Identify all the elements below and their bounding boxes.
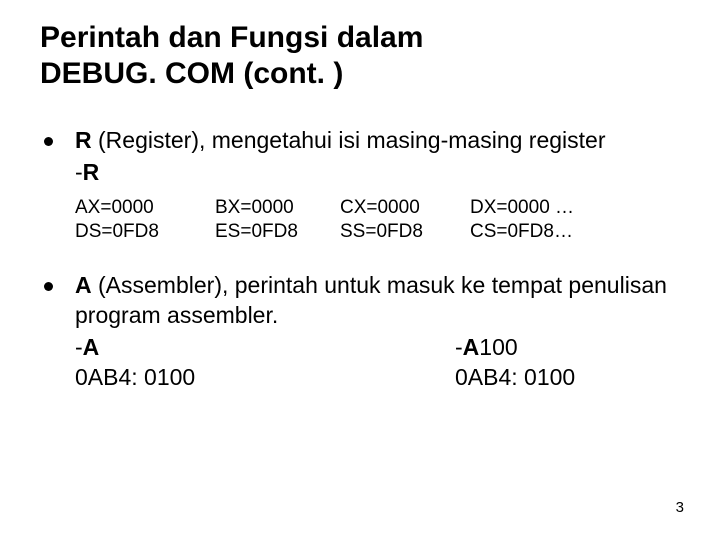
bullet-1-rest: (Register), mengetahui isi masing-masing… xyxy=(92,127,606,153)
bullet-2-body: A (Assembler), perintah untuk masuk ke t… xyxy=(75,271,680,393)
asm-r1c2: -A100 xyxy=(455,333,680,363)
asm-r1c1-dash: - xyxy=(75,334,83,360)
page-number: 3 xyxy=(676,499,684,516)
slide-title: Perintah dan Fungsi dalam DEBUG. COM (co… xyxy=(40,20,680,92)
bullet-1-text: R (Register), mengetahui isi masing-masi… xyxy=(75,127,606,153)
bullet-1-minus-r: -R xyxy=(75,158,680,188)
register-row-1: AX=0000 BX=0000 CX=0000 DX=0000 … xyxy=(75,196,680,221)
bullet-2-bold: A xyxy=(75,272,92,298)
slide: Perintah dan Fungsi dalam DEBUG. COM (co… xyxy=(0,0,720,540)
asm-r1c1: -A xyxy=(75,333,455,363)
register-output: AX=0000 BX=0000 CX=0000 DX=0000 … DS=0FD… xyxy=(75,196,680,245)
reg-ax: AX=0000 xyxy=(75,196,215,221)
reg-bx: BX=0000 xyxy=(215,196,340,221)
asm-r2c1: 0AB4: 0100 xyxy=(75,363,455,393)
register-row-2: DS=0FD8 ES=0FD8 SS=0FD8 CS=0FD8… xyxy=(75,220,680,245)
bullet-1-body: R (Register), mengetahui isi masing-masi… xyxy=(75,126,680,188)
asm-r1c1-bold: A xyxy=(83,334,100,360)
reg-ss: SS=0FD8 xyxy=(340,220,470,245)
bullet-icon xyxy=(44,282,53,291)
reg-cx: CX=0000 xyxy=(340,196,470,221)
bullet-icon xyxy=(44,137,53,146)
assembler-row-1: -A -A100 xyxy=(75,333,680,363)
asm-r1c2-bold: A xyxy=(463,334,480,360)
bullet-2-text: A (Assembler), perintah untuk masuk ke t… xyxy=(75,272,667,328)
reg-cs: CS=0FD8… xyxy=(470,220,680,245)
bullet-2-rest: (Assembler), perintah untuk masuk ke tem… xyxy=(75,272,667,328)
reg-ds: DS=0FD8 xyxy=(75,220,215,245)
asm-r1c2-dash: - xyxy=(455,334,463,360)
reg-dx: DX=0000 … xyxy=(470,196,680,221)
asm-r2c2: 0AB4: 0100 xyxy=(455,363,680,393)
reg-es: ES=0FD8 xyxy=(215,220,340,245)
title-line-2: DEBUG. COM (cont. ) xyxy=(40,57,343,90)
title-line-1: Perintah dan Fungsi dalam xyxy=(40,21,423,54)
assembler-row-2: 0AB4: 0100 0AB4: 0100 xyxy=(75,363,680,393)
bullet-2: A (Assembler), perintah untuk masuk ke t… xyxy=(40,271,680,393)
assembler-block: -A -A100 0AB4: 0100 0AB4: 0100 xyxy=(75,333,680,393)
bullet-1-bold: R xyxy=(75,127,92,153)
minus-r-bold: R xyxy=(83,159,100,185)
bullet-1: R (Register), mengetahui isi masing-masi… xyxy=(40,126,680,188)
asm-r1c2-rest: 100 xyxy=(479,334,517,360)
minus-r-dash: - xyxy=(75,159,83,185)
